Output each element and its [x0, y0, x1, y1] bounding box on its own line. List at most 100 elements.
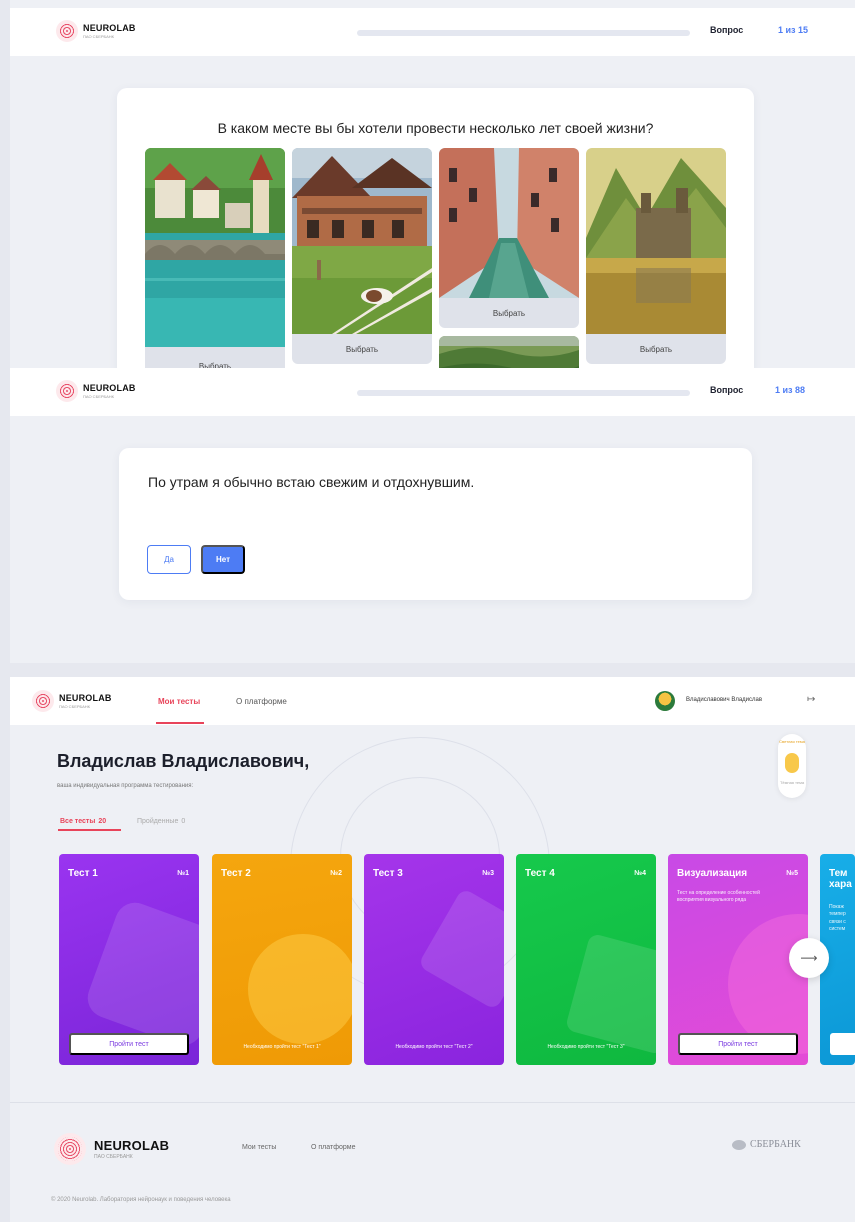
brain-logo-icon: [56, 20, 78, 42]
option-image-town[interactable]: [145, 148, 285, 347]
question-statement: По утрам я обычно встаю свежим и отдохну…: [148, 474, 475, 490]
card-decoration: [248, 934, 352, 1044]
tab-done-count: 0: [181, 818, 186, 825]
copyright: © 2020 Neurolab. Лаборатория нейронаук и…: [51, 1197, 231, 1203]
footer-link-my-tests[interactable]: Мои тесты: [242, 1144, 276, 1151]
question-text: В каком месте вы бы хотели провести неск…: [217, 120, 654, 136]
card-decoration: [564, 932, 656, 1056]
header: NEUROLAB ПАО СБЕРБАНК Вопрос 1 из 15: [10, 8, 855, 56]
theme-dark-label: Тёмная тема: [779, 780, 805, 785]
question-card: В каком месте вы бы хотели провести неск…: [117, 88, 754, 368]
tab-all-count: 20: [98, 818, 107, 825]
nav-my-tests[interactable]: Мои тесты: [158, 697, 200, 706]
card-description: Тест на определение особенностей восприя…: [677, 890, 760, 904]
screen-image-question: NEUROLAB ПАО СБЕРБАНК Вопрос 1 из 15 В к…: [10, 0, 855, 368]
card-requirement: Необходимо пройти тест "Тест 1": [243, 1044, 321, 1050]
theme-toggle[interactable]: Светлая тема Тёмная тема: [778, 734, 806, 798]
choose-label: Выбрать: [345, 344, 379, 354]
test-card-2[interactable]: Тест 2 №2 Необходимо пройти тест "Тест 1…: [212, 854, 352, 1065]
start-test-button[interactable]: Пройти тест: [678, 1033, 798, 1055]
arrow-right-icon: ⟶: [800, 951, 818, 965]
choose-button-3[interactable]: Выбрать: [439, 298, 579, 328]
card-number: №5: [786, 870, 798, 877]
tab-active-indicator: [58, 829, 121, 831]
footer-divider: [10, 1102, 855, 1103]
logo-sub: ПАО СБЕРБАНК: [59, 703, 90, 709]
partner-name: СБЕРБАНК: [750, 1139, 801, 1150]
card-requirement: Необходимо пройти тест "Тест 3": [547, 1044, 625, 1050]
screen-yes-no-question: NEUROLAB ПАО СБЕРБАНК Вопрос 1 из 88 По …: [10, 368, 855, 663]
sberbank-icon: [732, 1139, 746, 1150]
card-number: №4: [634, 870, 646, 877]
question-counter: 1 из 15: [778, 25, 809, 35]
tab-completed[interactable]: Пройденные 0: [137, 818, 185, 825]
nav-active-indicator: [156, 722, 204, 724]
logout-icon[interactable]: ↦: [807, 694, 815, 705]
logo[interactable]: NEUROLAB ПАО СБЕРБАНК: [56, 380, 136, 402]
test-card-5[interactable]: Визуализация №5 Тест на определение особ…: [668, 854, 808, 1065]
yes-button[interactable]: Да: [147, 545, 191, 574]
footer-link-about[interactable]: О платформе: [311, 1144, 355, 1151]
choose-button-1[interactable]: Выбрать: [145, 347, 285, 368]
start-test-button[interactable]: [830, 1033, 855, 1055]
logo-sub: ПАО СБЕРБАНК: [83, 33, 114, 39]
brain-logo-icon: [54, 1133, 86, 1165]
question-label: Вопрос: [710, 25, 744, 35]
option-image-castle[interactable]: [586, 148, 726, 334]
card-title: Тем хара: [829, 868, 852, 890]
logo-name: NEUROLAB: [83, 382, 136, 393]
test-card-4[interactable]: Тест 4 №4 Необходимо пройти тест "Тест 3…: [516, 854, 656, 1065]
question-card: По утрам я обычно встаю свежим и отдохну…: [119, 448, 752, 600]
option-image-hills[interactable]: [439, 336, 579, 368]
logo-name: NEUROLAB: [83, 22, 136, 33]
logo-name: NEUROLAB: [94, 1137, 170, 1153]
sun-icon: [785, 753, 799, 773]
choose-label: Выбрать: [492, 308, 526, 318]
brain-logo-icon: [32, 690, 54, 712]
header: NEUROLAB ПАО СБЕРБАНК Вопрос 1 из 88: [10, 368, 855, 416]
footer-logo[interactable]: NEUROLAB ПАО СБЕРБАНК: [54, 1133, 169, 1165]
question-counter: 1 из 88: [775, 385, 806, 395]
theme-light-label: Светлая тема: [779, 739, 805, 744]
card-description: Покаж темпер связи с систем: [829, 904, 846, 932]
brain-logo-icon: [56, 380, 78, 402]
test-card-1[interactable]: Тест 1 №1 Пройти тест: [59, 854, 199, 1065]
card-title: Визуализация: [677, 868, 748, 879]
card-decoration: [82, 897, 199, 1051]
logo-sub: ПАО СБЕРБАНК: [94, 1153, 133, 1160]
tab-done-label: Пройденные: [137, 818, 179, 825]
option-image-canal[interactable]: [439, 148, 579, 298]
test-card-3[interactable]: Тест 3 №3 Необходимо пройти тест "Тест 2…: [364, 854, 504, 1065]
logo-sub: ПАО СБЕРБАНК: [83, 393, 114, 399]
card-number: №2: [330, 870, 342, 877]
screen-dashboard: NEUROLAB ПАО СБЕРБАНК Мои тесты О платфо…: [10, 677, 855, 1222]
progress-bar: [357, 30, 690, 36]
question-label: Вопрос: [710, 385, 744, 395]
start-test-button[interactable]: Пройти тест: [69, 1033, 189, 1055]
choose-label: Выбрать: [639, 344, 673, 354]
card-requirement: Необходимо пройти тест "Тест 2": [395, 1044, 473, 1050]
choose-button-2[interactable]: Выбрать: [292, 334, 432, 364]
card-title: Тест 3: [373, 868, 403, 879]
partner-logo: СБЕРБАНК: [732, 1139, 801, 1150]
logo[interactable]: NEUROLAB ПАО СБЕРБАНК: [32, 690, 112, 712]
no-button[interactable]: Нет: [201, 545, 245, 574]
nav-about[interactable]: О платформе: [236, 697, 287, 706]
greeting-subtitle: ваша индивидуальная программа тестирован…: [57, 783, 194, 789]
card-title: Тест 2: [221, 868, 251, 879]
tab-all-label: Все тесты: [60, 818, 96, 825]
option-image-ranch[interactable]: [292, 148, 432, 334]
card-number: №3: [482, 870, 494, 877]
logo[interactable]: NEUROLAB ПАО СБЕРБАНК: [56, 20, 136, 42]
avatar[interactable]: [655, 691, 675, 711]
next-arrow-button[interactable]: ⟶: [789, 938, 829, 978]
card-number: №1: [177, 870, 189, 877]
tab-all-tests[interactable]: Все тесты 20: [60, 818, 106, 825]
user-name[interactable]: Владиславович Владислав: [686, 697, 762, 703]
card-title: Тест 1: [68, 868, 98, 879]
progress-bar: [357, 390, 690, 396]
logo-name: NEUROLAB: [59, 692, 112, 703]
card-title: Тест 4: [525, 868, 555, 879]
choose-button-4[interactable]: Выбрать: [586, 334, 726, 364]
header: NEUROLAB ПАО СБЕРБАНК Мои тесты О платфо…: [10, 677, 855, 725]
